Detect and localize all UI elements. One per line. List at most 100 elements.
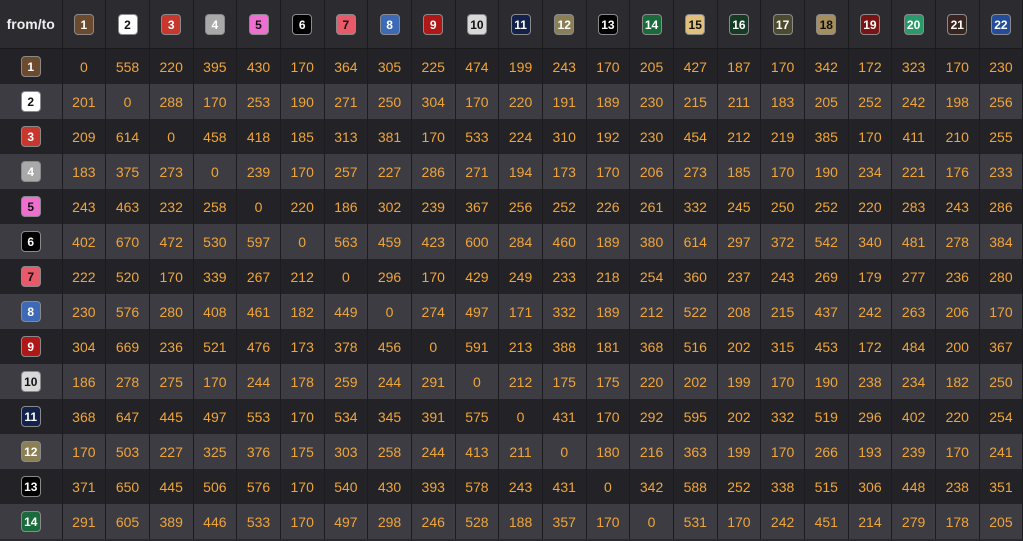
column-header-17[interactable]: 17 <box>760 0 805 49</box>
column-header-6[interactable]: 6 <box>280 0 325 49</box>
column-header-18[interactable]: 18 <box>804 0 849 49</box>
column-header-22[interactable]: 22 <box>979 0 1023 49</box>
row-header-1[interactable]: 1 <box>0 48 63 84</box>
matrix-cell: 269 <box>804 259 849 294</box>
matrix-cell: 542 <box>804 224 849 259</box>
row-header-10[interactable]: 10 <box>0 364 63 399</box>
row-header-14[interactable]: 14 <box>0 504 63 539</box>
row-header-4[interactable]: 4 <box>0 154 63 189</box>
row-header-8[interactable]: 8 <box>0 294 63 329</box>
matrix-cell: 244 <box>411 434 456 469</box>
matrix-cell: 288 <box>149 84 194 119</box>
station-badge-5: 5 <box>248 13 269 35</box>
matrix-cell: 427 <box>673 48 718 84</box>
column-header-7[interactable]: 7 <box>324 0 369 49</box>
matrix-cell: 595 <box>673 399 718 434</box>
column-header-9[interactable]: 9 <box>411 0 456 49</box>
row-header-6[interactable]: 6 <box>0 224 63 259</box>
matrix-cell: 0 <box>367 294 412 329</box>
matrix-cell: 275 <box>149 364 194 399</box>
matrix-cell: 215 <box>673 84 718 119</box>
matrix-cell: 170 <box>586 154 631 189</box>
matrix-cell: 310 <box>542 119 587 154</box>
matrix-cell: 454 <box>673 119 718 154</box>
matrix-cell: 283 <box>891 189 936 224</box>
matrix-cell: 472 <box>149 224 194 259</box>
matrix-cell: 534 <box>324 399 369 434</box>
row-header-7[interactable]: 7 <box>0 259 63 294</box>
row-header-11[interactable]: 11 <box>0 399 63 434</box>
matrix-cell: 242 <box>891 84 936 119</box>
column-header-1[interactable]: 1 <box>62 0 107 49</box>
matrix-cell: 429 <box>455 259 500 294</box>
column-header-20[interactable]: 20 <box>891 0 936 49</box>
column-header-5[interactable]: 5 <box>236 0 281 49</box>
matrix-cell: 456 <box>367 329 412 364</box>
matrix-cell: 170 <box>149 259 194 294</box>
matrix-cell: 553 <box>236 399 281 434</box>
station-badge-4: 4 <box>204 13 225 35</box>
matrix-cell: 182 <box>935 364 980 399</box>
matrix-cell: 170 <box>760 48 805 84</box>
column-header-14[interactable]: 14 <box>629 0 674 49</box>
matrix-cell: 280 <box>979 259 1023 294</box>
matrix-cell: 191 <box>542 84 587 119</box>
station-badge-13: 13 <box>597 13 618 35</box>
matrix-cell: 241 <box>979 434 1023 469</box>
row-header-9[interactable]: 9 <box>0 329 63 364</box>
matrix-cell: 286 <box>411 154 456 189</box>
column-header-13[interactable]: 13 <box>586 0 631 49</box>
column-header-16[interactable]: 16 <box>717 0 762 49</box>
matrix-cell: 302 <box>367 189 412 224</box>
matrix-cell: 233 <box>542 259 587 294</box>
matrix-cell: 305 <box>367 48 412 84</box>
matrix-cell: 278 <box>105 364 150 399</box>
matrix-cell: 254 <box>979 399 1023 434</box>
station-badge-11: 11 <box>510 13 531 35</box>
row-header-5[interactable]: 5 <box>0 189 63 224</box>
column-header-2[interactable]: 2 <box>105 0 150 49</box>
row-header-13[interactable]: 13 <box>0 469 63 504</box>
column-header-3[interactable]: 3 <box>149 0 194 49</box>
matrix-cell: 220 <box>149 48 194 84</box>
matrix-cell: 202 <box>717 329 762 364</box>
matrix-cell: 389 <box>149 504 194 539</box>
matrix-cell: 233 <box>979 154 1023 189</box>
matrix-cell: 181 <box>586 329 631 364</box>
matrix-cell: 173 <box>542 154 587 189</box>
matrix-cell: 345 <box>367 399 412 434</box>
column-header-15[interactable]: 15 <box>673 0 718 49</box>
matrix-cell: 430 <box>236 48 281 84</box>
column-header-11[interactable]: 11 <box>498 0 543 49</box>
column-header-21[interactable]: 21 <box>935 0 980 49</box>
matrix-cell: 342 <box>629 469 674 504</box>
station-badge-2: 2 <box>117 13 138 35</box>
column-header-8[interactable]: 8 <box>367 0 412 49</box>
row-header-2[interactable]: 2 <box>0 84 63 119</box>
matrix-cell: 0 <box>629 504 674 539</box>
matrix-cell: 313 <box>324 119 369 154</box>
row-header-3[interactable]: 3 <box>0 119 63 154</box>
matrix-cell: 170 <box>280 399 325 434</box>
column-header-4[interactable]: 4 <box>193 0 238 49</box>
column-header-19[interactable]: 19 <box>848 0 893 49</box>
matrix-cell: 185 <box>717 154 762 189</box>
matrix-cell: 375 <box>105 154 150 189</box>
matrix-cell: 242 <box>760 504 805 539</box>
matrix-cell: 172 <box>848 329 893 364</box>
matrix-cell: 202 <box>717 399 762 434</box>
column-header-12[interactable]: 12 <box>542 0 587 49</box>
matrix-cell: 520 <box>105 259 150 294</box>
matrix-cell: 338 <box>760 469 805 504</box>
matrix-cell: 0 <box>236 189 281 224</box>
matrix-cell: 186 <box>62 364 107 399</box>
matrix-cell: 254 <box>629 259 674 294</box>
station-badge-18: 18 <box>816 13 837 35</box>
matrix-cell: 291 <box>62 504 107 539</box>
matrix-cell: 497 <box>455 294 500 329</box>
row-header-12[interactable]: 12 <box>0 434 63 469</box>
matrix-cell: 533 <box>455 119 500 154</box>
matrix-cell: 274 <box>411 294 456 329</box>
matrix-cell: 411 <box>891 119 936 154</box>
column-header-10[interactable]: 10 <box>455 0 500 49</box>
